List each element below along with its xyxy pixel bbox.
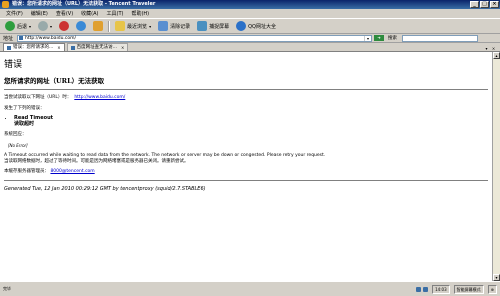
divider xyxy=(4,89,488,90)
menu-file[interactable]: 文件(F) xyxy=(6,10,23,17)
menu-view[interactable]: 查看(V) xyxy=(56,10,73,17)
tab-close-all-icon[interactable]: × xyxy=(491,46,496,51)
search-input[interactable] xyxy=(402,34,478,42)
star-icon xyxy=(115,21,126,31)
home-button[interactable] xyxy=(91,20,105,32)
network-icon[interactable] xyxy=(416,286,422,292)
page-icon xyxy=(19,36,23,40)
forward-arrow-icon xyxy=(38,21,49,31)
error-description: A Timeout occurred while waiting to read… xyxy=(4,153,488,164)
tab-close-icon[interactable]: × xyxy=(121,44,124,52)
status-text: 完毕 xyxy=(3,286,11,291)
generated-footer: Generated Tue, 12 Jan 2010 00:29:12 GMT … xyxy=(4,185,206,192)
toolbar: 后退 ▾ ▾ 最近浏览 ▾ 清除记录 捕捉屏幕 QQ网址大全 xyxy=(0,18,500,34)
forward-dropdown-icon[interactable]: ▾ xyxy=(50,24,52,29)
menu-bar: 文件(F) 编辑(E) 查看(V) 收藏(A) 工具(T) 帮助(H) xyxy=(0,9,500,18)
volume-icon[interactable] xyxy=(423,286,429,292)
description-cn: 当读取网络数据时，超过了等待时间。可能是因为网络堵塞或是服务器已关闭。请重新尝试… xyxy=(4,158,189,164)
recent-button[interactable]: 最近浏览 ▾ xyxy=(113,20,153,32)
address-dropdown-icon[interactable]: ▾ xyxy=(364,35,371,41)
qq-sites-button[interactable]: QQ网址大全 xyxy=(234,20,278,32)
back-arrow-icon xyxy=(5,21,15,31)
zoom-icon[interactable]: ⊕ xyxy=(487,284,497,294)
title-bar: 错误：您所请求的网址（URL）无法获取 - Tencent Traveler _… xyxy=(0,0,500,9)
qq-sites-label: QQ网址大全 xyxy=(248,23,276,30)
tab-controls: ▾ × xyxy=(484,46,500,51)
refresh-button[interactable] xyxy=(74,20,88,32)
admin-line: 本缓存服务器管理员： 8000@tencent.com xyxy=(4,169,488,175)
divider xyxy=(4,179,488,181)
capture-screen-label: 捕捉屏幕 xyxy=(209,23,230,30)
back-button[interactable]: 后退 ▾ xyxy=(3,20,33,32)
description-en: A Timeout occurred while waiting to read… xyxy=(4,153,326,158)
back-label: 后退 xyxy=(17,23,28,30)
tray-icons xyxy=(416,286,429,292)
stop-icon xyxy=(59,21,70,31)
attempt-text: 当尝试读取以下网址（URL）时： xyxy=(4,95,72,100)
address-bar: 地址 http://www.baidu.com/ ▾ ➜ 搜索 xyxy=(0,34,500,43)
clear-history-icon xyxy=(158,21,169,31)
go-button[interactable]: ➜ xyxy=(374,35,384,41)
vertical-scrollbar[interactable]: ▴ ▾ xyxy=(492,52,500,281)
tab-close-icon[interactable]: × xyxy=(57,44,60,52)
address-label: 地址 xyxy=(3,35,14,42)
search-label: 搜索 xyxy=(388,36,397,41)
app-icon xyxy=(2,1,9,8)
minimize-button[interactable]: _ xyxy=(470,1,479,8)
errno-text: [No Error] xyxy=(8,142,28,148)
error-list: Read Timeout 读取超时 xyxy=(4,115,488,127)
recent-label: 最近浏览 xyxy=(127,23,148,30)
system-response-label: 系统回应： xyxy=(4,132,27,137)
globe-icon xyxy=(236,21,247,31)
admin-label: 本缓存服务器管理员： xyxy=(4,169,49,174)
home-icon xyxy=(93,21,104,31)
stop-button[interactable] xyxy=(57,20,71,32)
tab-error-page[interactable]: 错误：您所请求的... × xyxy=(3,43,65,51)
capture-screen-button[interactable]: 捕捉屏幕 xyxy=(195,20,231,32)
camera-icon xyxy=(197,21,208,31)
page-subtitle: 您所请求的网址（URL）无法获取 xyxy=(4,77,105,85)
menu-favorites[interactable]: 收藏(A) xyxy=(81,10,98,17)
menu-tools[interactable]: 工具(T) xyxy=(107,10,124,17)
requested-url-link[interactable]: http://www.baidu.com/ xyxy=(74,95,125,100)
clear-history-label: 清除记录 xyxy=(170,23,191,30)
tab-list-icon[interactable]: ▾ xyxy=(484,46,489,51)
error-item: Read Timeout 读取超时 xyxy=(14,115,488,127)
scroll-down-icon[interactable]: ▾ xyxy=(493,274,500,281)
address-input[interactable]: http://www.baidu.com/ ▾ xyxy=(17,34,372,42)
tab-page-icon xyxy=(7,45,11,50)
toolbar-divider xyxy=(108,20,111,32)
refresh-icon xyxy=(76,21,87,31)
menu-edit[interactable]: 编辑(E) xyxy=(31,10,48,17)
window-title: 错误：您所请求的网址（URL）无法获取 - Tencent Traveler xyxy=(12,1,156,7)
back-dropdown-icon[interactable]: ▾ xyxy=(29,24,31,29)
page-content: 错误 您所请求的网址（URL）无法获取 当尝试读取以下网址（URL）时： htt… xyxy=(0,52,492,281)
screen-mode-button[interactable]: 智能屏幕模式 xyxy=(453,284,484,294)
recent-dropdown-icon[interactable]: ▾ xyxy=(149,24,151,29)
page-title: 错误 xyxy=(4,60,23,70)
window-controls: _ □ × xyxy=(470,1,499,8)
tab-baidu[interactable]: 百度网址查无法访... × xyxy=(66,43,129,52)
status-right: 14:03 智能屏幕模式 ⊕ xyxy=(416,284,497,294)
tab-label: 百度网址查无法访... xyxy=(76,44,117,50)
status-bar: 完毕 14:03 智能屏幕模式 ⊕ xyxy=(0,281,500,296)
error-intro: 发生了下列的错误： xyxy=(4,105,45,111)
tab-page-icon xyxy=(70,45,75,50)
clear-history-button[interactable]: 清除记录 xyxy=(156,20,192,32)
clock: 14:03 xyxy=(432,284,450,294)
tab-label: 错误：您所请求的... xyxy=(13,44,54,50)
close-button[interactable]: × xyxy=(490,1,499,8)
maximize-button[interactable]: □ xyxy=(480,1,489,8)
attempt-line: 当尝试读取以下网址（URL）时： http://www.baidu.com/ xyxy=(4,95,488,101)
scroll-up-icon[interactable]: ▴ xyxy=(493,52,500,59)
address-value: http://www.baidu.com/ xyxy=(25,35,76,41)
tab-bar: 错误：您所请求的... × 百度网址查无法访... × ▾ × xyxy=(0,43,500,52)
forward-button[interactable]: ▾ xyxy=(36,20,54,32)
error-name-cn: 读取超时 xyxy=(14,120,35,127)
menu-help[interactable]: 帮助(H) xyxy=(131,10,149,17)
admin-email-link[interactable]: 8000@tencent.com xyxy=(50,169,94,174)
